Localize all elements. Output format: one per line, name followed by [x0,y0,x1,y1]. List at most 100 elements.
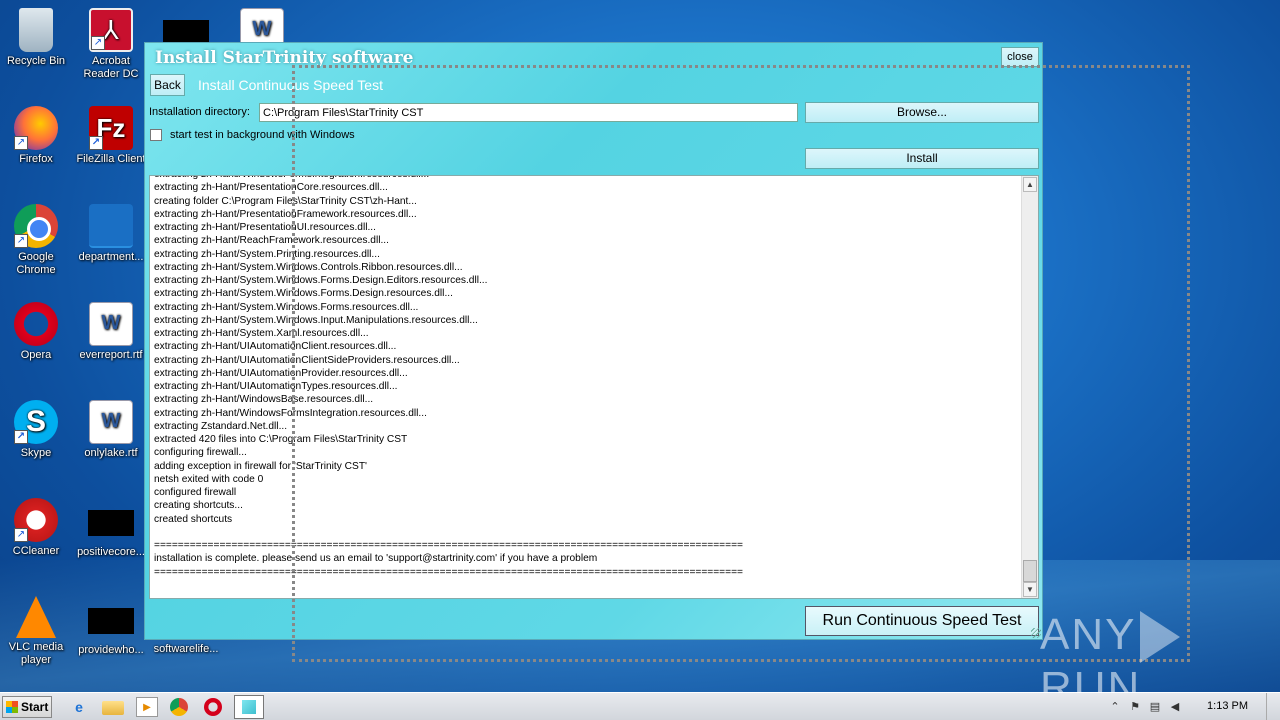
media-player-icon[interactable]: ▶ [136,697,158,717]
log-line: extracting zh-Hant/WindowsBase.resources… [154,394,374,406]
word-document-icon: W [89,302,133,346]
desktop-icon-providewho[interactable]: providewho... [73,596,149,657]
log-line: configured firewall [154,487,237,498]
log-line: creating shortcuts... [154,500,243,512]
black-thumbnail-icon [88,608,134,634]
desktop-icon-everreport[interactable]: W everreport.rtf [73,302,149,362]
log-line: extracting zh-Hant/UIAutomationClientSid… [154,354,460,366]
close-button[interactable]: close [1001,47,1039,67]
word-document-icon: W [89,400,133,444]
log-line: extracting zh-Hant/PresentationCore.reso… [154,182,388,194]
play-logo-icon [1140,611,1181,664]
desktop-icon-department[interactable]: department... [73,204,149,264]
background-start-checkbox[interactable] [150,129,162,141]
ccleaner-icon: ↗ [14,498,58,542]
desktop-icon-chrome[interactable]: ↗ Google Chrome [0,204,74,277]
install-button[interactable]: Install [805,148,1039,169]
log-line: creating folder C:\Program Files\StarTri… [154,195,417,207]
back-button[interactable]: Back [150,74,185,96]
log-line: extracting zh-Hant/WindowsFormsIntegrati… [154,407,427,419]
filezilla-icon: Fz ↗ [89,106,133,150]
browse-button[interactable]: Browse... [805,102,1039,123]
shortcut-arrow-icon: ↗ [89,136,103,150]
file-explorer-icon[interactable] [102,701,124,715]
log-line: extracting zh-Hant/System.Windows.Contro… [154,261,463,273]
scroll-thumb[interactable] [1023,560,1037,582]
chrome-icon: ↗ [14,204,58,248]
desktop-icon-acrobat[interactable]: ⅄ ↗ Acrobat Reader DC [73,8,149,81]
firefox-icon: ↗ [14,106,58,150]
desktop-icon-opera[interactable]: Opera [0,302,74,362]
blue-thumbnail-icon [89,204,133,248]
desktop-icon-positivecore[interactable]: positivecore... [73,498,149,559]
scroll-up-icon[interactable]: ▲ [1023,177,1037,192]
log-line: extracting Zstandard.Net.dll... [154,420,288,432]
installer-window: Install StarTrinity software close Back … [144,42,1043,640]
black-thumbnail-icon [88,510,134,536]
log-line: extracting zh-Hant/ReachFramework.resour… [154,235,389,247]
log-line: extracting zh-Hant/System.Printing.resou… [154,248,380,260]
log-line: extracted 420 files into C:\Program File… [154,434,408,445]
taskbar: Start e ▶ ⌃ ⚑ ▤ ◀ 1:13 PM [0,692,1280,720]
recycle-bin-icon [19,8,53,52]
taskbar-clock[interactable]: 1:13 PM [1207,700,1248,712]
tray-flag-icon[interactable]: ⚑ [1128,700,1142,714]
window-title: Install StarTrinity software [155,48,414,68]
startrinity-taskbar-icon[interactable] [234,695,264,719]
run-speed-test-button[interactable]: Run Continuous Speed Test [805,606,1039,636]
install-dir-label: Installation directory: [149,106,250,118]
start-button[interactable]: Start [2,696,52,718]
windows-logo-icon [6,701,18,713]
install-dir-input[interactable] [259,103,798,122]
tray-volume-icon[interactable]: ◀ [1168,700,1182,714]
desktop-icon-onlylake[interactable]: W onlylake.rtf [73,400,149,460]
log-line: extracting zh-Hant/System.Windows.Forms.… [154,275,488,286]
install-log-lines: extracting zh-Hans/WindowsFormsIntegrati… [154,176,1020,579]
log-line: extracting zh-Hant/UIAutomationClient.re… [154,341,397,353]
shortcut-arrow-icon: ↗ [14,528,28,542]
log-scrollbar[interactable]: ▲ ▼ [1021,176,1038,598]
anyrun-watermark: ANYRUN [1040,610,1240,712]
log-line: extracting zh-Hant/UIAutomationTypes.res… [154,381,398,392]
internet-explorer-icon[interactable]: e [68,697,90,717]
log-line: adding exception in firewall for 'StarTr… [154,460,368,472]
desktop-icon-vlc[interactable]: VLC media player [0,596,74,667]
vlc-icon [16,596,56,638]
opera-taskbar-icon[interactable] [204,698,222,716]
show-desktop-button[interactable] [1266,693,1280,720]
log-line: created shortcuts [154,513,233,525]
shortcut-arrow-icon: ↗ [14,136,28,150]
log-line: extracting zh-Hant/System.Windows.Input.… [154,314,478,326]
system-tray: ⌃ ⚑ ▤ ◀ 1:13 PM [1100,693,1280,720]
skype-icon: S ↗ [14,400,58,444]
log-line: configuring firewall... [154,447,247,459]
tray-network-icon[interactable]: ▤ [1148,700,1162,714]
background-start-label: start test in background with Windows [170,129,355,141]
log-line: extracting zh-Hant/PresentationFramework… [154,208,417,220]
desktop-icon-filezilla[interactable]: Fz ↗ FileZilla Client [73,106,149,166]
desktop-icon-skype[interactable]: S ↗ Skype [0,400,74,460]
log-line: netsh exited with code 0 [154,473,264,485]
log-line: ========================================… [154,566,743,578]
tray-expand-icon[interactable]: ⌃ [1108,700,1122,714]
log-line: extracting zh-Hant/PresentationUI.resour… [154,222,376,233]
log-line: extracting zh-Hant/System.Windows.Forms.… [154,288,453,300]
shortcut-arrow-icon: ↗ [14,430,28,444]
desktop-icon-ccleaner[interactable]: ↗ CCleaner [0,498,74,558]
opera-icon [14,302,58,346]
acrobat-icon: ⅄ ↗ [89,8,133,52]
scroll-down-icon[interactable]: ▼ [1023,582,1037,597]
shortcut-arrow-icon: ↗ [91,36,105,50]
log-line: installation is complete. please send us… [154,553,598,565]
install-log[interactable]: extracting zh-Hans/WindowsFormsIntegrati… [149,175,1039,599]
chrome-taskbar-icon[interactable] [170,698,188,716]
window-subtitle: Install Continuous Speed Test [198,77,383,93]
log-line: extracting zh-Hant/System.Windows.Forms.… [154,301,419,313]
desktop-icon-recycle-bin[interactable]: Recycle Bin [0,8,74,68]
log-line: extracting zh-Hant/UIAutomationProvider.… [154,367,408,379]
log-line: extracting zh-Hant/System.Xaml.resources… [154,328,369,339]
log-line: ========================================… [154,540,743,551]
shortcut-arrow-icon: ↗ [14,234,28,248]
desktop-icon-firefox[interactable]: ↗ Firefox [0,106,74,166]
